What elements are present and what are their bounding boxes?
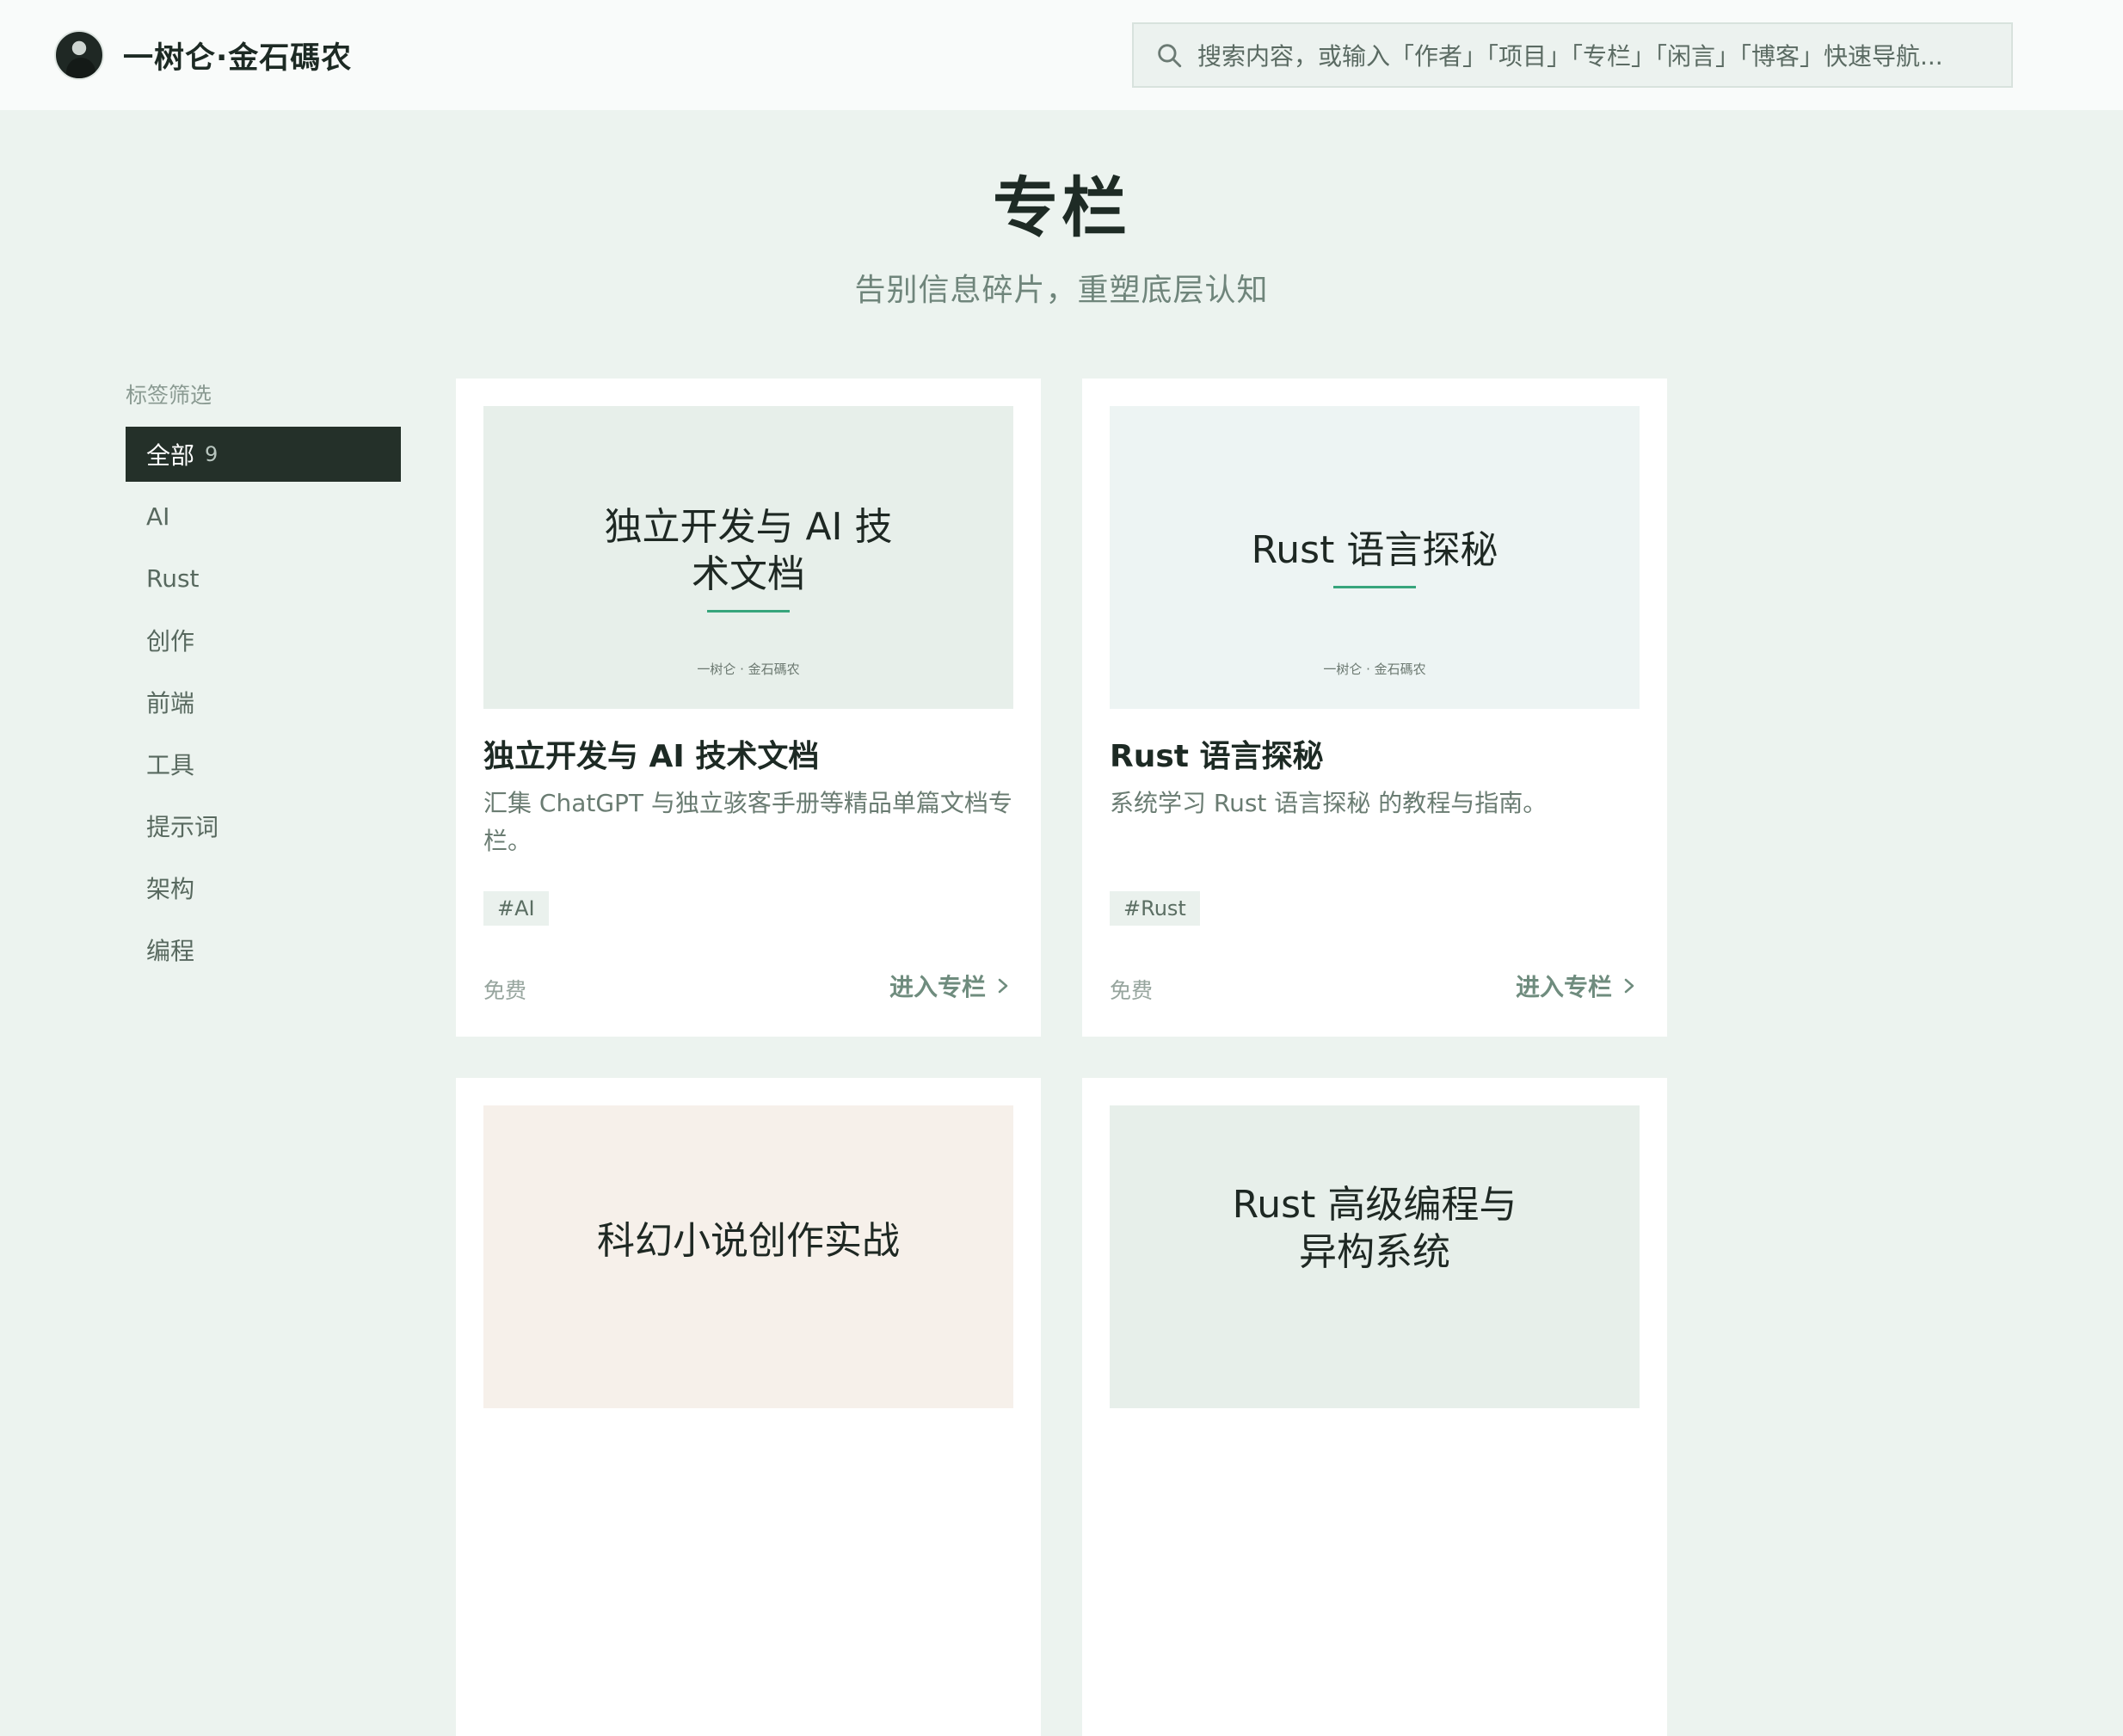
card-description: 系统学习 Rust 语言探秘 的教程与指南。: [1110, 789, 1548, 817]
tag-label: Rust: [146, 563, 200, 593]
column-card[interactable]: Rust 高级编程与异构系统: [1082, 1078, 1667, 1736]
tag-item-frontend[interactable]: 前端: [126, 674, 401, 729]
cover-title: Rust 高级编程与异构系统: [1232, 1183, 1517, 1274]
chevron-right-icon: [1624, 978, 1634, 994]
tag-item-tools[interactable]: 工具: [126, 736, 401, 791]
tag-count: 9: [205, 442, 218, 466]
card-cover[interactable]: Rust 语言探秘 一树仑 · 金石碼农: [1110, 406, 1640, 709]
brand-name[interactable]: 一树仑·金石碼农: [123, 34, 352, 77]
tag-list: 全部 9 AI Rust 创作 前端 工具 提示词 架构 编程: [126, 427, 401, 977]
tag-item-prompts[interactable]: 提示词: [126, 798, 401, 853]
cover-author: 一树仑 · 金石碼农: [697, 662, 800, 677]
sidebar-heading: 标签筛选: [126, 383, 212, 408]
enter-column-link[interactable]: 进入专栏: [889, 969, 1010, 1003]
enter-column-label: 进入专栏: [889, 973, 986, 1001]
card-tag[interactable]: #AI: [483, 891, 549, 926]
top-bar: 一树仑·金石碼农 搜索内容，或输入「作者」「项目」「专栏」「闲言」「博客」快速导…: [0, 0, 2123, 110]
column-card[interactable]: 独立开发与 AI 技术文档 一树仑 · 金石碼农 独立开发与 AI 技术文档 汇…: [456, 379, 1041, 1037]
enter-column-label: 进入专栏: [1515, 973, 1612, 1001]
tag-label: 全部: [146, 441, 195, 470]
card-title[interactable]: Rust 语言探秘: [1110, 731, 1324, 776]
brand[interactable]: 一树仑·金石碼农: [54, 30, 352, 80]
enter-column-link[interactable]: 进入专栏: [1516, 969, 1636, 1003]
page-title: 专栏: [993, 169, 1130, 246]
search-icon: [1158, 44, 1182, 68]
tag-label: 创作: [146, 627, 195, 656]
card-cover[interactable]: 独立开发与 AI 技术文档 一树仑 · 金石碼农: [483, 406, 1013, 709]
tag-item-ai[interactable]: AI: [126, 489, 401, 544]
tag-label: AI: [146, 502, 170, 531]
card-cover[interactable]: 科幻小说创作实战: [483, 1105, 1013, 1408]
cover-title: 独立开发与 AI 技术文档: [604, 504, 893, 596]
tag-item-all[interactable]: 全部 9: [126, 427, 401, 482]
card-tag[interactable]: #Rust: [1110, 891, 1200, 926]
tag-label: 架构: [146, 875, 195, 903]
chevron-right-icon: [998, 978, 1008, 994]
tag-label: 编程: [146, 937, 195, 965]
column-card[interactable]: Rust 语言探秘 一树仑 · 金石碼农 Rust 语言探秘 系统学习 Rust…: [1082, 379, 1667, 1037]
cover-underline: [707, 609, 790, 613]
page-subtitle: 告别信息碎片，重塑底层认知: [854, 273, 1269, 308]
tag-filter-sidebar: 标签筛选 全部 9 AI Rust 创作 前端 工具 提示词 架构 编程: [126, 379, 401, 984]
tag-item-rust[interactable]: Rust: [126, 551, 401, 606]
card-title[interactable]: 独立开发与 AI 技术文档: [483, 731, 819, 776]
search-input[interactable]: 搜索内容，或输入「作者」「项目」「专栏」「闲言」「博客」快速导航...: [1197, 38, 1997, 72]
tag-item-programming[interactable]: 编程: [126, 922, 401, 977]
card-description: 汇集 ChatGPT 与独立骇客手册等精品单篇文档专栏。: [483, 789, 1012, 855]
tag-label: 工具: [146, 751, 195, 779]
cover-underline: [1333, 586, 1416, 588]
card-cover[interactable]: Rust 高级编程与异构系统: [1110, 1105, 1640, 1408]
card-price: 免费: [483, 978, 527, 1003]
card-price: 免费: [1110, 978, 1154, 1003]
tag-label: 前端: [146, 689, 195, 717]
cover-title: Rust 语言探秘: [1251, 528, 1498, 572]
search-box[interactable]: 搜索内容，或输入「作者」「项目」「专栏」「闲言」「博客」快速导航...: [1132, 22, 2013, 88]
cover-author: 一树仑 · 金石碼农: [1323, 662, 1426, 677]
tag-item-creation[interactable]: 创作: [126, 613, 401, 668]
avatar[interactable]: [54, 30, 104, 80]
tag-item-architecture[interactable]: 架构: [126, 860, 401, 915]
tag-label: 提示词: [146, 813, 219, 841]
column-card[interactable]: 科幻小说创作实战: [456, 1078, 1041, 1736]
